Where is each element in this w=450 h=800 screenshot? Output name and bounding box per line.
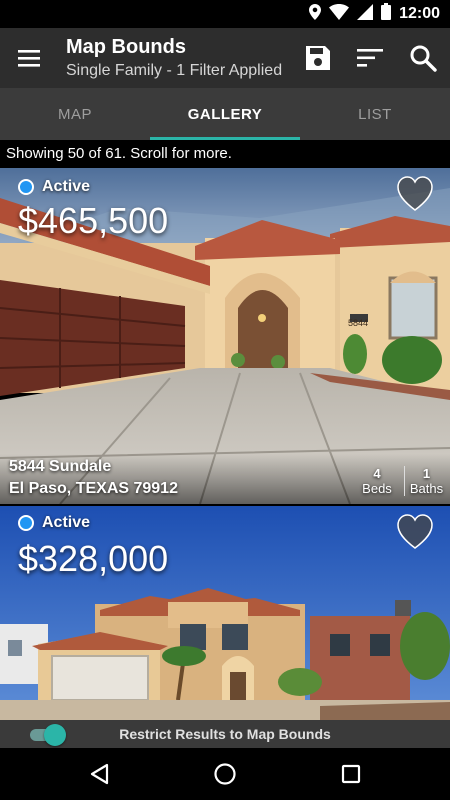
listing-price: $328,000 xyxy=(18,538,169,579)
tab-map[interactable]: MAP xyxy=(0,88,150,140)
beds-stat: 4 Beds xyxy=(360,466,394,496)
favorite-button[interactable] xyxy=(396,514,434,550)
home-button[interactable] xyxy=(210,760,240,788)
recents-button[interactable] xyxy=(336,760,366,788)
house-number-sign: 5844 xyxy=(348,318,369,328)
location-icon xyxy=(309,3,322,25)
back-button[interactable] xyxy=(84,760,114,788)
status-label: Active xyxy=(42,514,91,531)
signal-icon xyxy=(357,3,374,25)
listing-city-state-zip: El Paso, TEXAS 79912 xyxy=(9,480,178,497)
heart-icon xyxy=(397,514,433,549)
baths-label: Baths xyxy=(409,481,444,496)
listing-street: 5844 Sundale xyxy=(9,458,112,475)
baths-stat: 1 Baths xyxy=(404,466,444,496)
title-block: Map Bounds Single Family - 1 Filter Appl… xyxy=(66,34,296,82)
home-icon xyxy=(214,763,236,785)
listing-status: Active xyxy=(18,514,90,532)
tab-list[interactable]: LIST xyxy=(300,88,450,140)
sort-button[interactable] xyxy=(353,40,389,76)
listing-card[interactable]: Active $465,500 5844 Sundale El Paso, TE… xyxy=(0,168,450,504)
status-label: Active xyxy=(42,178,91,195)
app-toolbar: Map Bounds Single Family - 1 Filter Appl… xyxy=(0,28,450,88)
wifi-icon xyxy=(329,3,350,25)
results-count: Showing 50 of 61. Scroll for more. xyxy=(0,140,450,168)
favorite-button[interactable] xyxy=(396,176,434,212)
save-search-button[interactable] xyxy=(300,40,336,76)
status-dot-icon xyxy=(18,515,34,531)
filter-subtitle: Single Family - 1 Filter Applied xyxy=(66,62,283,79)
save-icon xyxy=(306,46,330,70)
clock: 12:00 xyxy=(399,5,440,22)
heart-icon xyxy=(397,176,433,211)
status-bar: 12:00 xyxy=(0,0,450,28)
listing-card[interactable]: Active $328,000 xyxy=(0,506,450,720)
restrict-bounds-bar: Restrict Results to Map Bounds xyxy=(0,720,450,748)
beds-count: 4 xyxy=(373,466,381,481)
menu-button[interactable] xyxy=(14,42,46,74)
system-nav-bar xyxy=(0,748,450,800)
search-icon xyxy=(410,45,437,72)
search-button[interactable] xyxy=(405,40,441,76)
status-dot-icon xyxy=(18,179,34,195)
listing-price: $465,500 xyxy=(18,200,169,241)
baths-count: 1 xyxy=(422,466,431,481)
tab-gallery[interactable]: GALLERY xyxy=(150,88,300,140)
page-title: Map Bounds xyxy=(66,36,186,58)
menu-icon xyxy=(18,50,40,67)
beds-label: Beds xyxy=(362,481,392,496)
sort-icon xyxy=(357,49,383,67)
battery-icon xyxy=(381,3,392,25)
restrict-bounds-label: Restrict Results to Map Bounds xyxy=(119,726,331,742)
view-tabs: MAP GALLERY LIST xyxy=(0,88,450,140)
recents-icon xyxy=(341,764,361,784)
back-icon xyxy=(90,763,109,785)
listing-status: Active xyxy=(18,178,90,196)
